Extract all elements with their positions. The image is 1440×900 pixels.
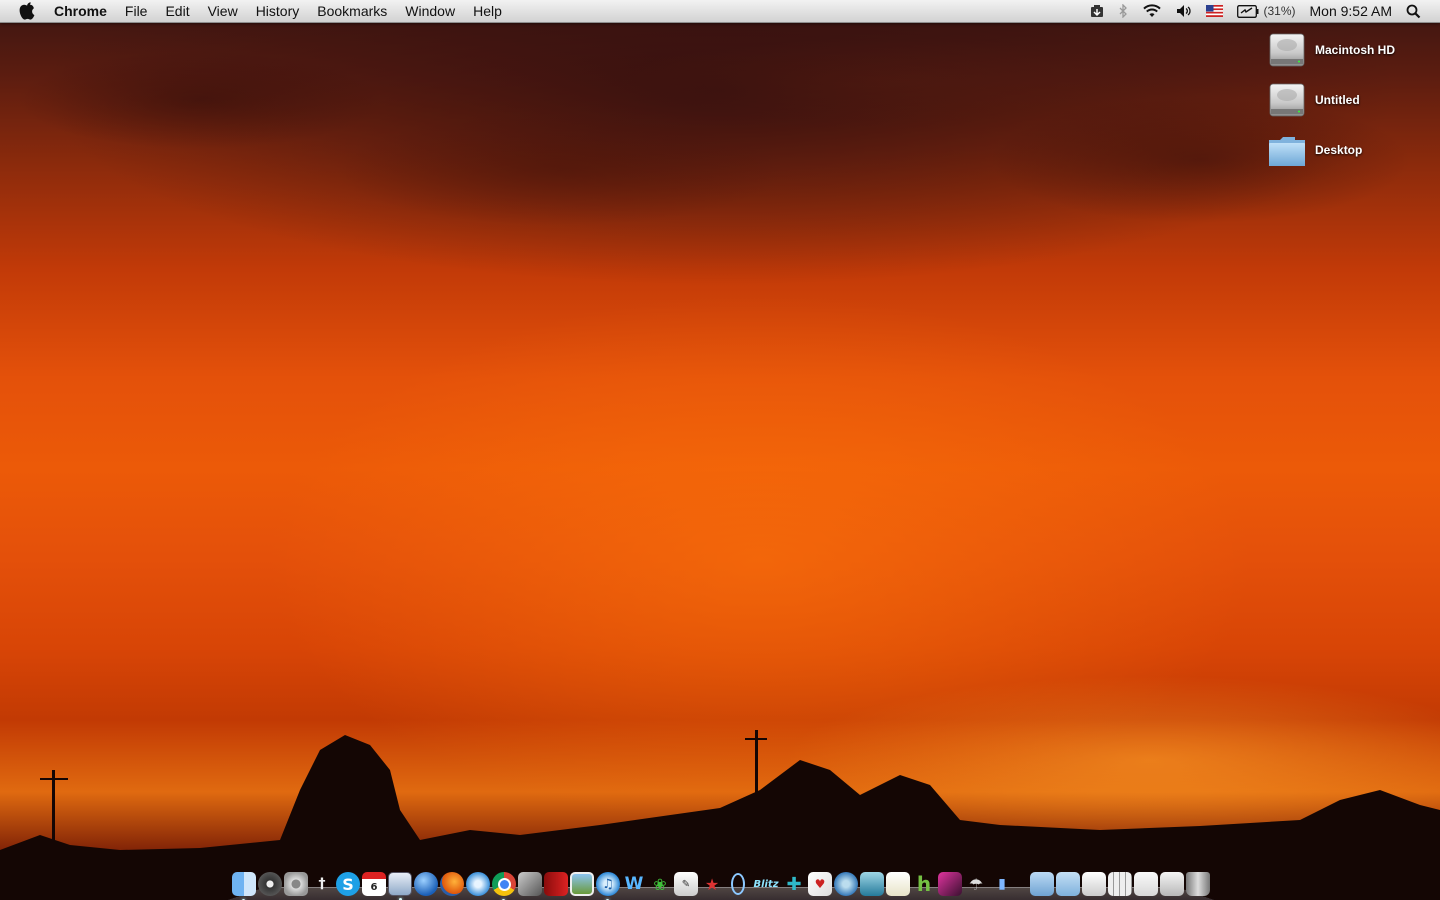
chrome-icon[interactable] xyxy=(492,872,516,900)
file-transfer-icon[interactable]: ▮ xyxy=(990,872,1014,896)
menu-app-chrome[interactable]: Chrome xyxy=(45,0,116,22)
applications-folder-icon[interactable] xyxy=(1030,872,1054,896)
green-frog-app-icon[interactable]: ❀ xyxy=(648,872,672,896)
opera-icon[interactable] xyxy=(726,872,750,896)
hulu-h-icon[interactable]: h xyxy=(912,872,936,896)
iphoto-icon[interactable] xyxy=(570,872,594,896)
preview-icon[interactable] xyxy=(388,872,412,900)
menu-file[interactable]: File xyxy=(116,0,157,22)
desktop-icon-untitled[interactable]: Untitled xyxy=(1268,80,1360,120)
documents-folder-icon[interactable] xyxy=(1056,872,1080,896)
dashboard-icon[interactable] xyxy=(258,872,282,896)
script-editor-icon[interactable]: † xyxy=(310,872,334,896)
desktop-icon-macintosh-hd[interactable]: Macintosh HD xyxy=(1268,30,1395,70)
opera-ring-icon xyxy=(731,873,745,895)
photo-booth-icon[interactable] xyxy=(938,872,962,896)
skype-icon[interactable]: S xyxy=(336,872,360,896)
battery-icon[interactable] xyxy=(1230,0,1261,22)
downloads-stack-icon[interactable] xyxy=(1082,872,1106,896)
image-capture-icon[interactable] xyxy=(860,872,884,896)
battery-percent[interactable]: (31%) xyxy=(1261,0,1302,22)
umbrella-app-icon[interactable]: ☂ xyxy=(964,872,988,896)
menu-view[interactable]: View xyxy=(199,0,247,22)
blitz-app-icon[interactable]: Blitz xyxy=(752,872,780,896)
desktop-icon-label: Untitled xyxy=(1315,93,1360,107)
wifi-icon[interactable] xyxy=(1135,0,1169,22)
chrome-center-icon xyxy=(497,877,511,891)
volume-icon[interactable] xyxy=(1169,0,1199,22)
dock-separator xyxy=(1016,872,1030,896)
apple-menu-icon[interactable] xyxy=(9,0,45,22)
stickies-icon[interactable] xyxy=(886,872,910,896)
spotlight-search-icon[interactable] xyxy=(1399,0,1428,22)
safari-icon[interactable] xyxy=(466,872,490,896)
hard-drive-icon xyxy=(1268,82,1306,118)
reeder-star-icon[interactable]: ★ xyxy=(700,872,724,896)
red-book-icon[interactable] xyxy=(544,872,568,896)
utility-tools-icon[interactable] xyxy=(518,872,542,896)
calendar-grid-stack-icon[interactable] xyxy=(1108,872,1132,896)
menu-bar: Chrome File Edit View History Bookmarks … xyxy=(0,0,1440,23)
trash-icon[interactable] xyxy=(1186,872,1210,896)
google-earth-icon[interactable] xyxy=(414,872,438,896)
menubar-clock[interactable]: Mon 9:52 AM xyxy=(1303,0,1400,22)
system-preferences-icon[interactable] xyxy=(284,872,308,896)
documents-stack-icon[interactable] xyxy=(1134,872,1158,896)
menu-window[interactable]: Window xyxy=(396,0,464,22)
cross-app-icon[interactable]: ✚ xyxy=(782,872,806,896)
input-source-flag-icon[interactable] xyxy=(1199,0,1230,22)
ical-icon[interactable]: 6 xyxy=(362,872,386,896)
firefox-icon[interactable] xyxy=(440,872,464,896)
desktop-icon-label: Desktop xyxy=(1315,143,1363,157)
cards-game-icon[interactable]: ♥ xyxy=(808,872,832,896)
hard-drive-icon xyxy=(1268,32,1306,68)
time-machine-icon[interactable] xyxy=(1083,0,1111,22)
menu-edit[interactable]: Edit xyxy=(156,0,198,22)
wallpaper-clouds xyxy=(0,20,1440,320)
mail-stack-icon[interactable] xyxy=(1160,872,1184,896)
folder-icon xyxy=(1268,132,1306,168)
dock: † S 6 ♫ W ❀ ✎ ★ Blitz ✚ ♥ h ☂ ▮ xyxy=(228,860,1214,900)
bluetooth-icon[interactable] xyxy=(1111,0,1135,22)
finder-icon[interactable] xyxy=(232,872,256,900)
menu-history[interactable]: History xyxy=(247,0,309,22)
itunes-icon[interactable]: ♫ xyxy=(596,872,620,900)
network-utility-icon[interactable] xyxy=(834,872,858,896)
menu-bookmarks[interactable]: Bookmarks xyxy=(308,0,396,22)
desktop-icon-desktop-folder[interactable]: Desktop xyxy=(1268,130,1362,170)
textwrangler-w-icon[interactable]: W xyxy=(622,872,646,896)
menu-help[interactable]: Help xyxy=(464,0,511,22)
textedit-icon[interactable]: ✎ xyxy=(674,872,698,896)
desktop-icon-label: Macintosh HD xyxy=(1315,43,1396,57)
